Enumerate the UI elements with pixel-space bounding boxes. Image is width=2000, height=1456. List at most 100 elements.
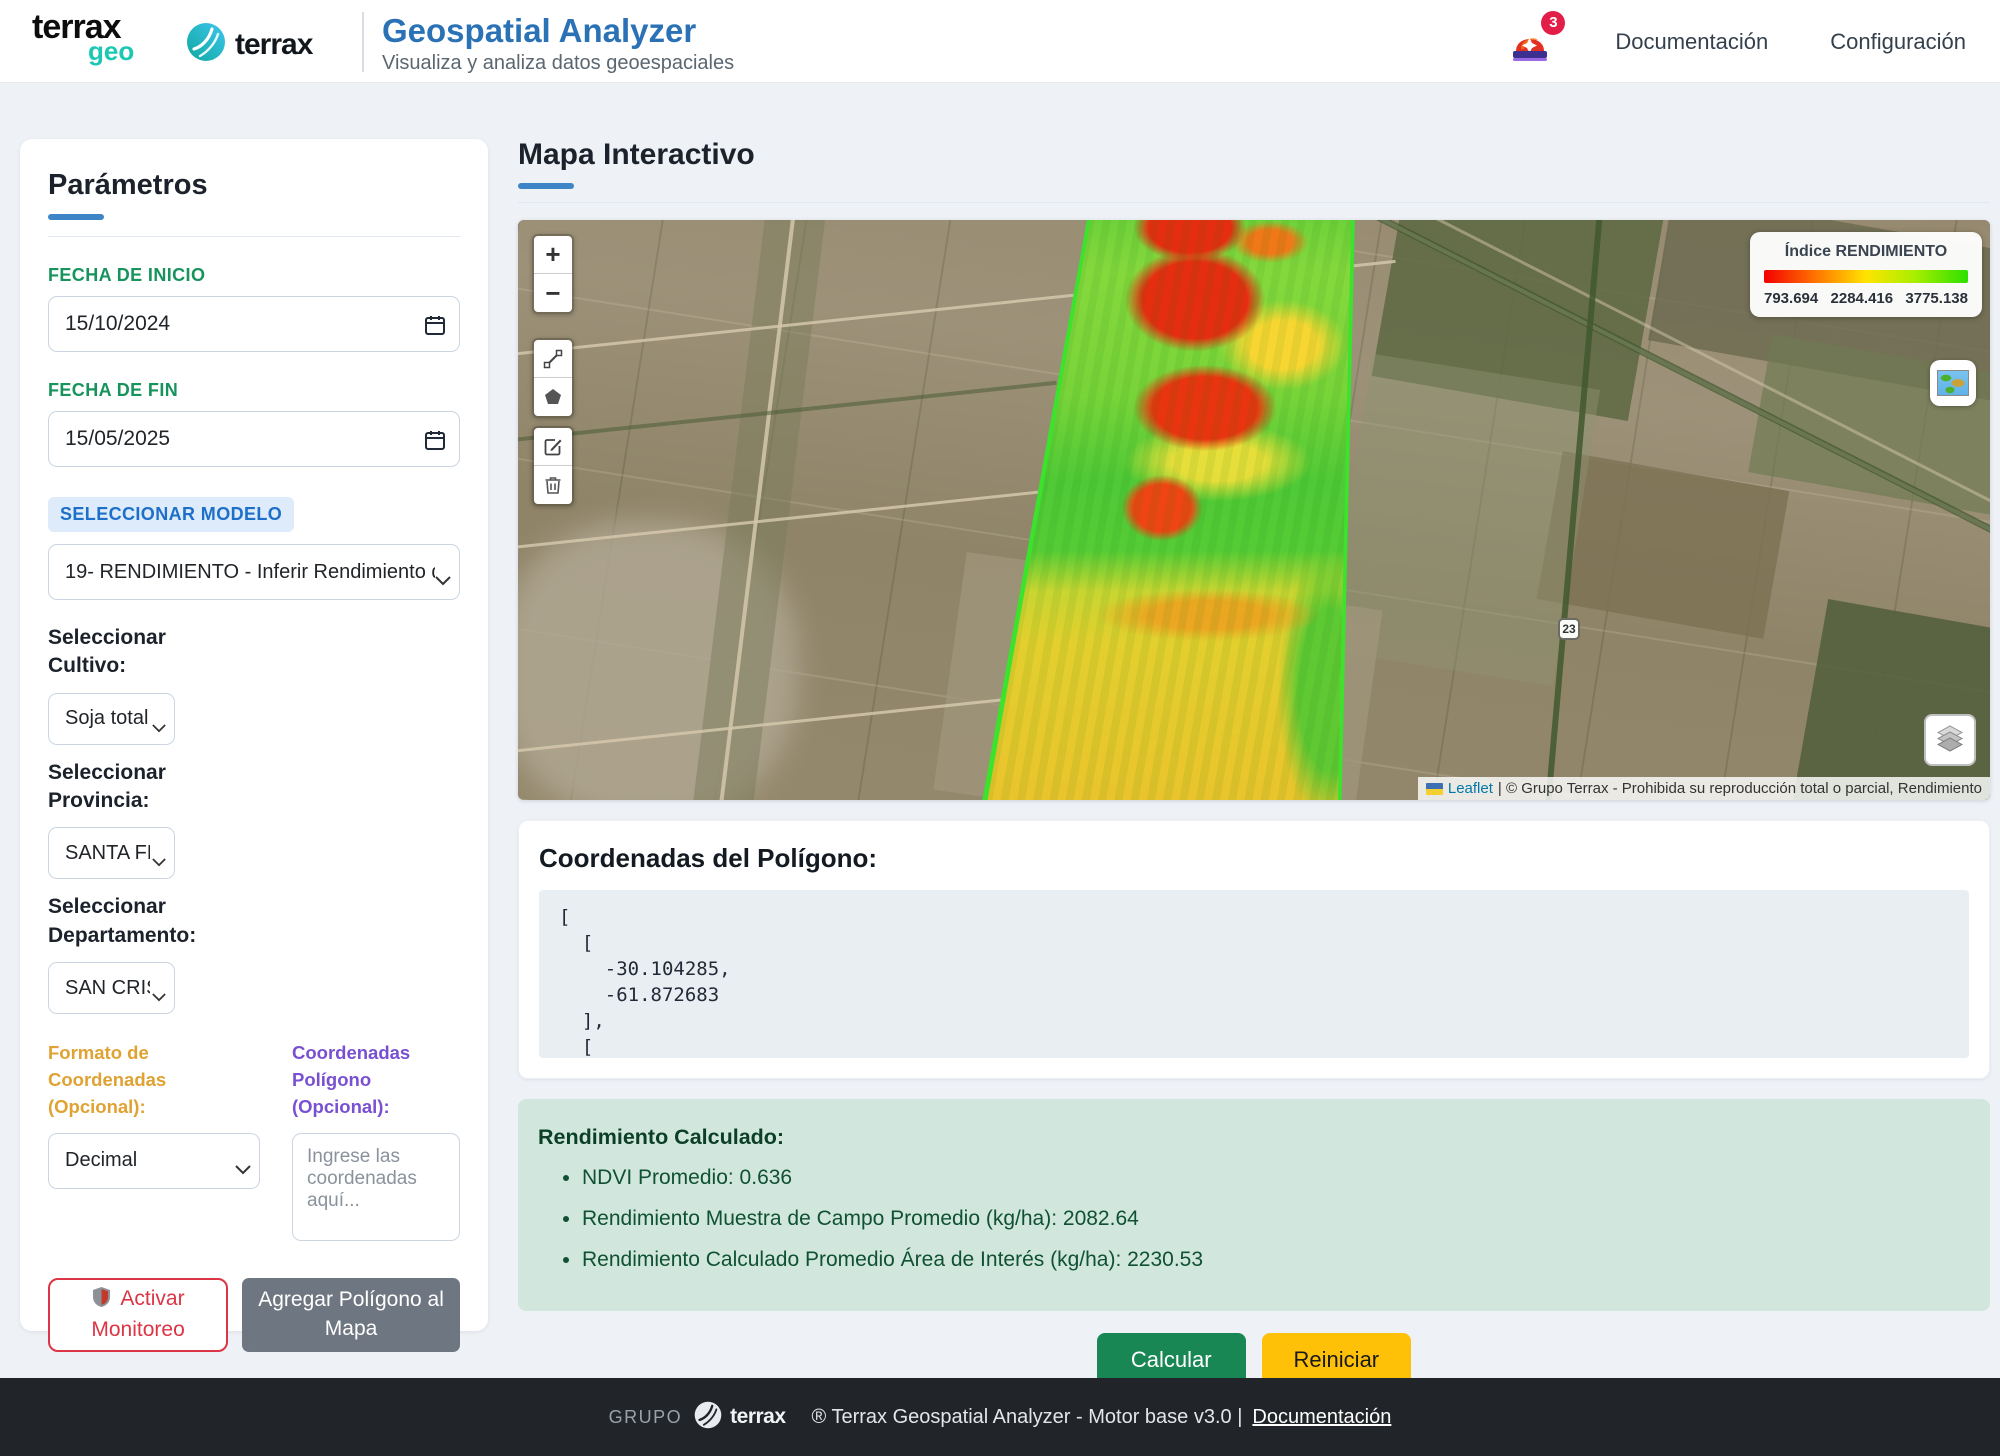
model-select-value: 19- RENDIMIENTO - Inferir Rendimiento de… (65, 561, 435, 584)
start-date-label: FECHA DE INICIO (48, 265, 460, 286)
delete-layers-button[interactable] (534, 466, 572, 504)
parameters-title: Parámetros (48, 169, 460, 202)
parameters-accent-bar (48, 214, 104, 220)
terrax-geo-logo: terrax geo (32, 10, 134, 64)
app-title: Geospatial Analyzer (382, 13, 734, 49)
chevron-down-icon (152, 985, 166, 1008)
chevron-down-icon (435, 569, 451, 592)
calendar-icon[interactable] (423, 428, 447, 458)
terrax-geo-logo-sub: geo (88, 38, 134, 64)
zoom-control-group: + − (532, 234, 574, 314)
siren-icon (1509, 52, 1551, 69)
footer-terrax-logo: terrax (694, 1401, 785, 1434)
interactive-map[interactable]: + − Índice RENDIMIENTO 793.694 2284 (518, 220, 1990, 800)
polygon-coords-label: Coordenadas Polígono (Opcional): (292, 1040, 460, 1120)
leaflet-link[interactable]: Leaflet (1448, 780, 1493, 797)
header-divider (362, 12, 364, 72)
terrax-logo-text: terrax (235, 28, 312, 62)
polygon-coordinates-title: Coordenadas del Polígono: (539, 843, 1969, 874)
start-date-value: 15/10/2024 (65, 312, 170, 336)
draw-control-group (532, 338, 574, 418)
nav-documentacion[interactable]: Documentación (1615, 29, 1768, 55)
legend-title: Índice RENDIMIENTO (1764, 243, 1968, 261)
department-label: Seleccionar Departamento: (48, 893, 268, 950)
terrax-sphere-icon (694, 1401, 722, 1434)
ndvi-average-item: NDVI Promedio: 0.636 (582, 1158, 1970, 1199)
route-23-marker: 23 (1558, 618, 1580, 640)
edit-layers-button[interactable] (534, 428, 572, 466)
coord-format-label: Formato de Coordenadas (Opcional): (48, 1040, 260, 1120)
yield-index-legend: Índice RENDIMIENTO 793.694 2284.416 3775… (1750, 232, 1982, 317)
end-date-value: 15/05/2025 (65, 427, 170, 451)
header-nav: 3 Documentación Configuración (1509, 0, 1966, 83)
app-footer: GRUPO terrax ® Terrax Geospatial Analyze… (0, 1378, 2000, 1456)
app-title-block: Geospatial Analyzer Visualiza y analiza … (382, 13, 734, 75)
activate-monitoring-button[interactable]: Activar Monitoreo (48, 1278, 228, 1352)
field-sample-yield-item: Rendimiento Muestra de Campo Promedio (k… (582, 1199, 1970, 1240)
map-attribution: Leaflet | © Grupo Terrax - Prohibida su … (1418, 777, 1990, 800)
add-polygon-label: Agregar Polígono al Mapa (242, 1286, 460, 1343)
polygon-coordinates-panel: Coordenadas del Polígono: [ [ -30.104285… (518, 820, 1990, 1079)
polygon-coords-textarea[interactable] (292, 1133, 460, 1241)
crop-select-value: Soja total (65, 707, 148, 730)
optional-fields-row: Formato de Coordenadas (Opcional): Decim… (48, 1040, 460, 1245)
department-select[interactable]: SAN CRIST (48, 962, 175, 1014)
crop-select[interactable]: Soja total (48, 693, 175, 745)
crop-label: Seleccionar Cultivo: (48, 624, 218, 681)
model-select[interactable]: 19- RENDIMIENTO - Inferir Rendimiento de… (48, 544, 460, 600)
alerts-button[interactable]: 3 (1509, 19, 1553, 65)
zoom-out-button[interactable]: − (534, 274, 572, 312)
calculated-yield-panel: Rendimiento Calculado: NDVI Promedio: 0.… (518, 1099, 1990, 1311)
aoi-yield-item: Rendimiento Calculado Promedio Área de I… (582, 1240, 1970, 1281)
end-date-label: FECHA DE FIN (48, 380, 460, 401)
add-polygon-button[interactable]: Agregar Polígono al Mapa (242, 1278, 460, 1352)
footer-grupo-label: GRUPO (609, 1407, 683, 1428)
chevron-down-icon (152, 716, 166, 739)
calculated-yield-list: NDVI Promedio: 0.636 Rendimiento Muestra… (582, 1158, 1970, 1281)
legend-max-value: 3775.138 (1905, 290, 1968, 307)
draw-polyline-button[interactable] (534, 340, 572, 378)
chevron-down-icon (235, 1158, 251, 1181)
footer-doc-link[interactable]: Documentación (1252, 1406, 1391, 1429)
sidebar-buttons-row: Activar Monitoreo Agregar Polígono al Ma… (48, 1278, 460, 1352)
map-divider (518, 202, 1990, 203)
province-select-value: SANTA FE (65, 842, 150, 865)
parameters-panel: Parámetros FECHA DE INICIO 15/10/2024 FE… (20, 139, 488, 1331)
coord-format-value: Decimal (65, 1149, 137, 1172)
legend-values: 793.694 2284.416 3775.138 (1764, 290, 1968, 307)
layers-icon (1935, 723, 1965, 758)
edit-control-group (532, 426, 574, 506)
shield-icon (92, 1290, 117, 1313)
draw-polygon-button[interactable] (534, 378, 572, 416)
coord-format-select[interactable]: Decimal (48, 1133, 260, 1189)
parameters-divider (48, 236, 460, 237)
terrax-sphere-icon (186, 22, 226, 67)
world-map-icon (1937, 370, 1969, 396)
legend-gradient-bar (1764, 270, 1968, 283)
start-date-input[interactable]: 15/10/2024 (48, 296, 460, 352)
province-label: Seleccionar Provincia: (48, 759, 218, 816)
end-date-input[interactable]: 15/05/2025 (48, 411, 460, 467)
polygon-coordinates-code[interactable]: [ [ -30.104285, -61.872683 ], [ -30.1221… (539, 890, 1969, 1058)
model-label-chip: SELECCIONAR MODELO (48, 497, 294, 532)
main-content: Mapa Interactivo + − (518, 138, 1990, 1387)
footer-copyright: ® Terrax Geospatial Analyzer - Motor bas… (812, 1406, 1243, 1429)
app-header: terrax geo terrax Geospatial Analyzer Vi… (0, 0, 2000, 83)
map-title: Mapa Interactivo (518, 138, 1990, 172)
terrax-logo: terrax (186, 22, 312, 67)
chevron-down-icon (152, 850, 166, 873)
department-select-value: SAN CRIST (65, 977, 150, 1000)
nav-configuracion[interactable]: Configuración (1830, 29, 1966, 55)
calendar-icon[interactable] (423, 313, 447, 343)
footer-terrax-text: terrax (730, 1405, 785, 1429)
map-accent-bar (518, 183, 574, 189)
province-select[interactable]: SANTA FE (48, 827, 175, 879)
minimap-toggle-button[interactable] (1930, 360, 1976, 406)
legend-min-value: 793.694 (1764, 290, 1818, 307)
layers-control-button[interactable] (1924, 714, 1976, 766)
legend-mid-value: 2284.416 (1831, 290, 1894, 307)
zoom-in-button[interactable]: + (534, 236, 572, 274)
app-subtitle: Visualiza y analiza datos geoespaciales (382, 52, 734, 75)
alerts-count-badge: 3 (1541, 11, 1565, 35)
calculated-yield-title: Rendimiento Calculado: (538, 1125, 1970, 1150)
